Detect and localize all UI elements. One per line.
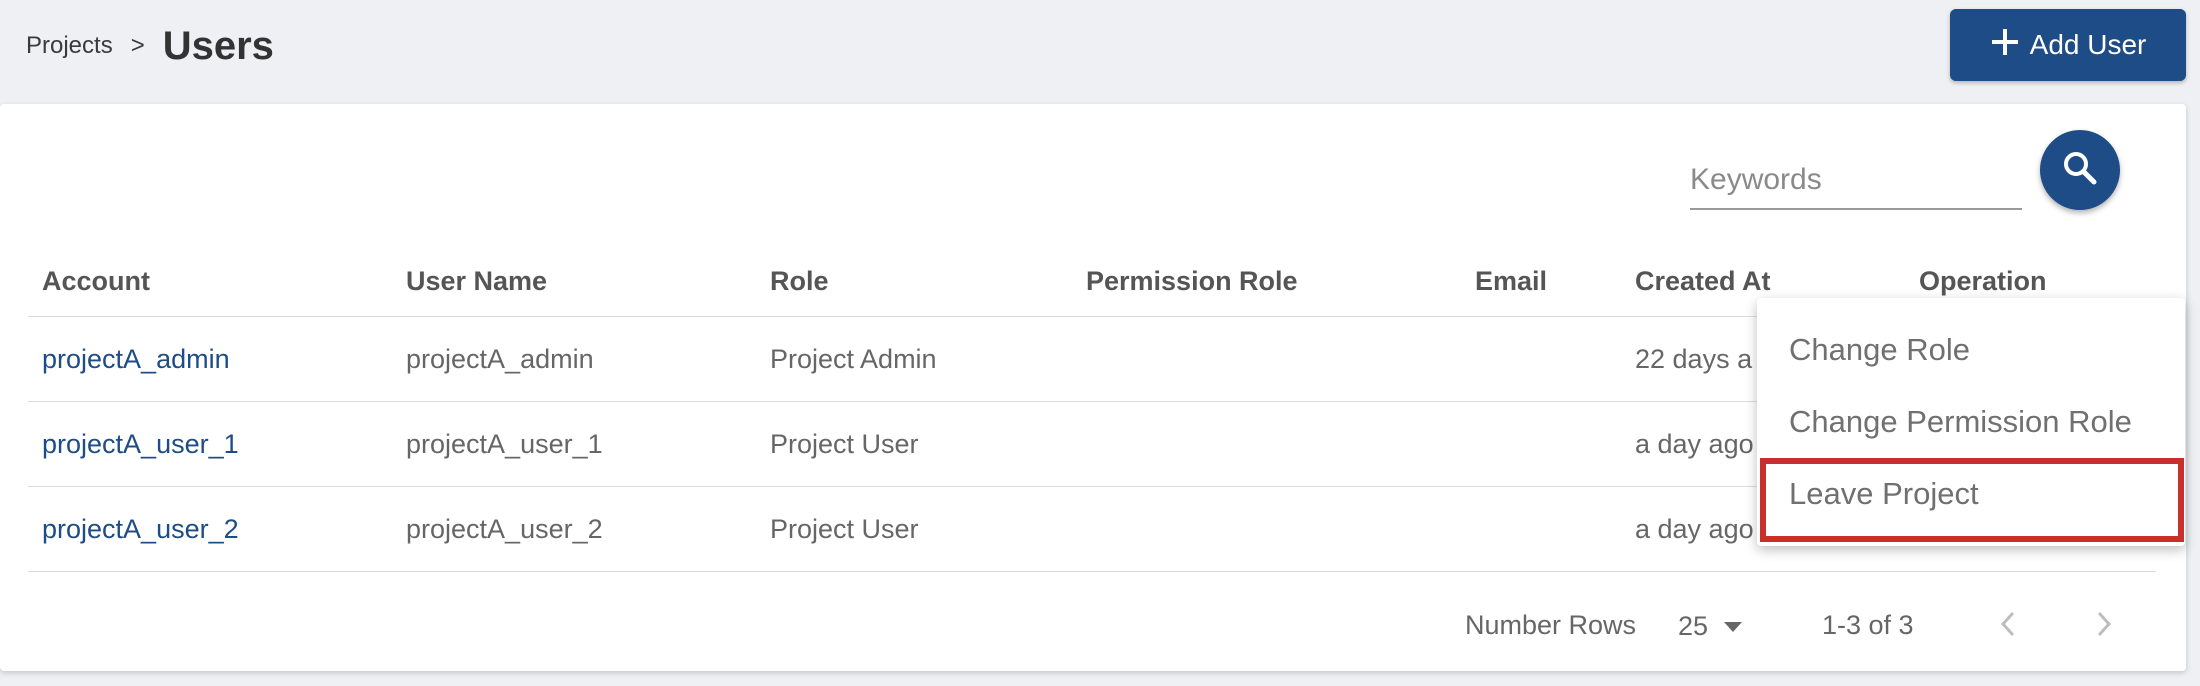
header-created-at[interactable]: Created At [1635,246,1771,316]
rows-per-page-label: Number Rows [1465,610,1637,640]
username-cell: projectA_user_2 [406,514,603,544]
breadcrumb-separator: > [130,32,145,59]
account-link[interactable]: projectA_admin [42,317,230,401]
role-cell: Project User [770,429,919,459]
breadcrumb-projects-link[interactable]: Projects [26,32,113,60]
operation-menu: Change Role Change Permission Role Leave… [1757,298,2185,546]
header-email[interactable]: Email [1475,246,1547,316]
created-at-cell: a day ago [1635,429,1754,459]
account-link[interactable]: projectA_user_2 [42,487,239,571]
page-title: Users [162,23,274,68]
username-cell: projectA_user_1 [406,429,603,459]
menu-item-leave-project[interactable]: Leave Project [1757,458,2185,542]
created-at-cell: 22 days a [1635,344,1753,374]
add-user-button[interactable]: Add User [1950,9,2186,81]
rows-per-page-value: 25 [1678,610,1709,641]
search-input[interactable] [1690,152,2022,210]
search-icon [2060,148,2100,193]
role-cell: Project Admin [770,344,937,374]
add-user-label: Add User [2029,29,2147,60]
account-link[interactable]: projectA_user_1 [42,402,239,486]
header-permission-role[interactable]: Permission Role [1086,246,1298,316]
pagination-range: 1-3 of 3 [1822,610,1914,640]
header-account[interactable]: Account [42,246,150,316]
chevron-left-icon [1997,609,2019,644]
plus-icon [1990,27,2020,64]
header-role[interactable]: Role [770,246,829,316]
created-at-cell: a day ago [1635,514,1754,544]
username-cell: projectA_admin [406,344,594,374]
caret-down-icon [1724,622,1743,632]
chevron-right-icon [2093,609,2115,644]
rows-per-page-select[interactable]: 25 [1678,606,1743,646]
breadcrumb: Projects > Users [26,18,274,74]
role-cell: Project User [770,514,919,544]
next-page-button[interactable] [2084,604,2124,648]
menu-item-change-role[interactable]: Change Role [1757,314,2185,386]
search-button[interactable] [2040,130,2120,210]
header-username[interactable]: User Name [406,246,547,316]
pagination: Number Rows 25 1-3 of 3 [0,590,2186,660]
menu-item-change-permission-role[interactable]: Change Permission Role [1757,386,2185,458]
previous-page-button[interactable] [1988,604,2028,648]
